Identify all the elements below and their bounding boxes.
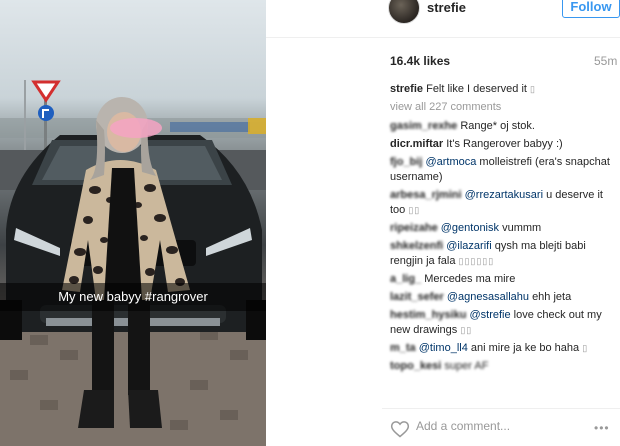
comment-mention[interactable]: @artmoca — [425, 156, 476, 168]
comment-item: a_lig_ Mercedes ma mire — [390, 272, 614, 287]
avatar[interactable] — [388, 0, 420, 24]
comment-username[interactable]: lazit_sefer — [390, 291, 444, 303]
comment-username[interactable]: fjo_bij — [390, 156, 422, 168]
comment-mention[interactable]: @gentonisk — [441, 222, 499, 234]
snapchat-caption-overlay: My new babyy #rangrover — [0, 283, 266, 311]
caption-glyph: ▯ — [530, 84, 536, 94]
comment-mention[interactable]: @agnesasallahu — [447, 291, 529, 303]
comment-mention[interactable]: @rrezartakusari — [465, 189, 543, 201]
comment-item: hestim_hysiku @strefie love check out my… — [390, 308, 614, 338]
comment-text: It's Rangerover babyy :) — [446, 138, 563, 150]
comment-item: ripeizahe @gentonisk vummm — [390, 221, 614, 236]
comment-mention[interactable]: @strefie — [469, 309, 510, 321]
comment-username[interactable]: topo_kesi — [390, 360, 441, 372]
caption-text: Felt like I deserved it — [426, 83, 527, 95]
comment-item: m_ta @timo_ll4 ani mire ja ke bo haha ▯ — [390, 341, 614, 356]
comment-item: lazit_sefer @agnesasallahu ehh jeta — [390, 290, 614, 305]
comments-list: strefie Felt like I deserved it ▯ view a… — [390, 82, 614, 377]
comment-item: arbesa_rjmini @rrezartakusari u deserve … — [390, 188, 614, 218]
comment-item: dicr.miftar It's Rangerover babyy :) — [390, 137, 614, 152]
post-photo[interactable]: My new babyy #rangrover — [0, 0, 266, 446]
comment-mention[interactable]: @ilazarifi — [446, 240, 491, 252]
comment-text: ehh jeta — [532, 291, 572, 303]
comment-username[interactable]: m_ta — [390, 342, 416, 354]
car-scene-illustration — [0, 80, 266, 446]
comment-item: gasim_rexhe Range* oj stok. — [390, 119, 614, 134]
comment-username[interactable]: hestim_hysiku — [390, 309, 466, 321]
view-all-comments-link[interactable]: view all 227 comments — [390, 100, 614, 115]
comment-text: ani mire ja ke bo haha — [470, 342, 580, 354]
comment-item: topo_kesi super AF — [390, 359, 614, 374]
comment-text: vummm — [502, 222, 542, 234]
comment-username[interactable]: arbesa_rjmini — [390, 189, 462, 201]
post-header: strefie Follow — [266, 0, 620, 38]
comment-username[interactable]: ripeizahe — [390, 222, 438, 234]
post-sidebar: strefie Follow 16.4k likes 55m strefie F… — [266, 0, 620, 446]
comment-username[interactable]: a_lig_ — [390, 273, 421, 285]
comment-text: super AF — [444, 360, 489, 372]
likes-count[interactable]: 16.4k likes — [390, 54, 450, 68]
comment-footer: Add a comment... ••• — [382, 408, 620, 446]
header-username[interactable]: strefie — [427, 0, 466, 15]
comment-mention[interactable]: @timo_ll4 — [419, 342, 468, 354]
follow-button[interactable]: Follow — [562, 0, 620, 18]
comment-text: Range* oj stok. — [460, 120, 535, 132]
comment-username[interactable]: gasim_rexhe — [390, 120, 457, 132]
comment-item: fjo_bij @artmoca molleistrefi (era's sna… — [390, 155, 614, 185]
caption-comment: strefie Felt like I deserved it ▯ — [390, 82, 614, 97]
comment-glyphs: ▯▯▯▯▯▯ — [458, 256, 495, 266]
caption-username[interactable]: strefie — [390, 83, 423, 95]
comment-glyphs: ▯▯ — [460, 325, 473, 335]
comment-text: molleistrefi (era's snapchat username) — [390, 156, 610, 183]
comment-item: shkelzenfi @ilazarifi qysh ma blejti bab… — [390, 239, 614, 269]
comment-username[interactable]: dicr.miftar — [390, 138, 443, 150]
add-comment-input[interactable]: Add a comment... — [416, 419, 510, 433]
heart-icon[interactable] — [390, 419, 410, 439]
comment-username[interactable]: shkelzenfi — [390, 240, 443, 252]
comment-glyphs: ▯▯ — [408, 205, 421, 215]
comment-text: Mercedes ma mire — [424, 273, 516, 285]
more-options-icon[interactable]: ••• — [594, 421, 610, 435]
post-timestamp: 55m — [594, 54, 618, 68]
comment-glyphs: ▯ — [582, 343, 589, 353]
